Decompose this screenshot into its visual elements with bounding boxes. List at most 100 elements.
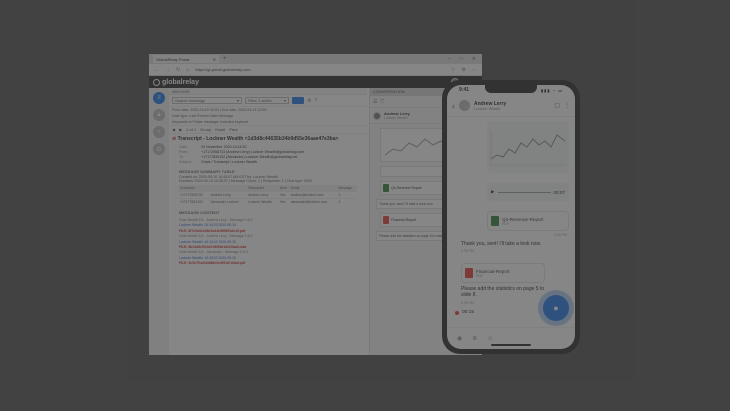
minimize-icon[interactable]: –	[448, 56, 451, 62]
file-name: Financial-Report	[476, 268, 510, 274]
header-actions: ▢ ⋮	[554, 102, 570, 109]
table-cell: 1	[337, 191, 357, 199]
table-cell: Andrew Lerry	[247, 191, 279, 199]
chart-image	[490, 131, 566, 166]
chat-icon[interactable]: ▢	[554, 102, 560, 109]
search-button[interactable]	[292, 97, 304, 104]
signal-icon: ▮▮▮ ◔ ▭	[540, 87, 563, 93]
play-icon[interactable]: ▶	[491, 189, 495, 195]
spreadsheet-icon	[491, 216, 499, 226]
microphone-button[interactable]: ●	[543, 295, 569, 321]
alert-icon: ⊘	[172, 136, 177, 142]
table-cell: Yes	[278, 191, 290, 199]
rail-lock-icon[interactable]: 🔒︎	[153, 109, 165, 121]
record-icon	[455, 310, 459, 315]
list-icon[interactable]: ☰	[373, 99, 377, 105]
table-cell: Alexander Lockner	[209, 198, 248, 205]
file-attachment[interactable]: Financial-Report PDF	[461, 263, 545, 283]
maximize-icon[interactable]: □	[460, 56, 463, 62]
pdf-icon	[465, 268, 473, 278]
forward-icon[interactable]: →	[165, 67, 170, 73]
filter-select[interactable]: Filter 1 active ▾	[245, 97, 289, 104]
back-icon[interactable]: ←	[154, 67, 159, 73]
chevron-down-icon: ▾	[236, 98, 239, 103]
filter-icon[interactable]: ⛉	[380, 99, 384, 105]
table-cell: Andrew Lerry	[209, 191, 248, 199]
logo-icon	[153, 78, 160, 86]
audio-progress[interactable]	[497, 191, 551, 193]
extensions-icon[interactable]: ⚙	[462, 67, 466, 73]
settings-icon[interactable]: ⚙	[307, 98, 311, 104]
message-time: 2:06 PM	[461, 249, 474, 253]
next-icon[interactable]: ▶	[179, 127, 182, 132]
summary-title: MESSAGE SUMMARY TABLE	[179, 169, 235, 174]
avatar	[373, 111, 381, 120]
file-type: PDF	[476, 273, 484, 278]
window-controls: – □ ✕	[448, 56, 482, 62]
chat-message: Please add the statistics on page 5 to s…	[461, 286, 545, 299]
message-content-line[interactable]: FILE: 3c9e7f1a2d4b86e0c5f91b7d3ad.pdf	[179, 261, 357, 266]
microphone-icon: ●	[553, 303, 559, 313]
new-tab-button[interactable]: +	[223, 56, 227, 62]
close-window-icon[interactable]: ✕	[472, 56, 476, 62]
help-icon[interactable]: ?	[314, 98, 317, 104]
toolbar-email-button[interactable]: Email	[215, 127, 225, 132]
star-icon[interactable]: ☆	[451, 67, 455, 73]
audio-message[interactable]: ▶ 00:07	[487, 183, 569, 201]
gif-icon[interactable]: ☺	[487, 336, 493, 342]
home-icon[interactable]: ⌂	[186, 67, 189, 73]
pdf-icon	[383, 216, 389, 224]
phone-notch	[485, 85, 537, 93]
message-time: 2:08 PM	[461, 301, 474, 305]
search-select[interactable]: Search message ▾	[172, 97, 242, 104]
table-row: +17177834102 Alexander Lockner Lockner W…	[179, 198, 357, 205]
contact-sub: Lockner Wealth	[474, 106, 501, 111]
search-select-value: Search message	[175, 98, 206, 103]
message-headers: Date: 20 November 2020 10:14:20 From: +171…	[169, 144, 367, 166]
camera-icon[interactable]: ◉	[457, 335, 462, 342]
refresh-icon[interactable]: ↻	[176, 67, 180, 73]
recording-indicator: 00:15	[455, 310, 474, 315]
filter-row: Search message ▾ Filter 1 active ▾ ⚙ ?	[169, 95, 367, 107]
header-row: Subject: Chats / Transcript / Lockner Wea…	[179, 160, 357, 165]
file-name: Financial-Report	[391, 218, 416, 222]
table-cell: Lockner Wealth	[247, 198, 279, 205]
avatar	[459, 100, 470, 111]
table-cell: Yes	[278, 198, 290, 205]
recording-time: 00:15	[462, 310, 475, 315]
audio-time: 00:07	[553, 189, 566, 195]
file-attachment[interactable]: Q4-Revenue-Report PDF	[487, 211, 569, 231]
chevron-down-icon: ▾	[283, 98, 286, 103]
address-bar-row: ← → ↻ ⌂ https://gr.portal.globalrelay.co…	[149, 64, 482, 76]
summary-text-2: Duration: 2020-09-10 10:45:07 | Message …	[179, 179, 312, 183]
contact-sub: Lockner Wealth	[384, 116, 408, 120]
chart-image-message[interactable]	[487, 121, 569, 173]
logo: globalrelay	[153, 78, 199, 86]
rail-archive-icon[interactable]: ≡	[153, 92, 165, 104]
more-icon[interactable]: ⋮	[564, 102, 570, 109]
home-indicator	[491, 344, 531, 346]
toolbar-group-button[interactable]: Group	[200, 127, 211, 132]
back-icon[interactable]: ‹	[452, 101, 455, 111]
attach-icon[interactable]: ⊕	[472, 335, 477, 342]
file-name: Q4-Revenue-Report	[502, 216, 544, 222]
status-time: 9:41	[459, 87, 470, 93]
tab-title: GlobalRelay Portal	[156, 56, 190, 62]
browser-tab[interactable]: GlobalRelay Portal ✕	[153, 55, 219, 63]
table-cell: 2	[337, 198, 357, 205]
menu-icon[interactable]: ⋯	[472, 67, 477, 73]
table-cell: andrew@lockner.com	[289, 191, 338, 199]
table-cell: +17177834102	[179, 198, 210, 205]
message-content: Chat Wealth 111 - Andrew Lerry - Message…	[169, 216, 367, 269]
file-name: Q4-Revenue-Report	[391, 186, 422, 190]
rail-search-icon[interactable]: ⌕	[153, 126, 165, 138]
browser-window: GlobalRelay Portal ✕ + – □ ✕ ← → ↻ ⌂ htt…	[149, 54, 482, 355]
rail-settings-icon[interactable]: ⚙	[153, 143, 165, 155]
toolbar-print-button[interactable]: Print	[229, 127, 237, 132]
archive-panel: ARCHIVE Search message ▾ Filter 1 active…	[169, 88, 367, 355]
tab-close-icon[interactable]: ✕	[213, 57, 216, 62]
message-toolbar: ◀ ▶ 1 of 1 Group Email Print	[169, 125, 367, 134]
url-field[interactable]: https://gr.portal.globalrelay.com	[195, 67, 445, 72]
message-subject: ⊘ Transcript - Lockner Wealth <1d3d8c446…	[169, 134, 367, 144]
prev-icon[interactable]: ◀	[172, 127, 175, 132]
